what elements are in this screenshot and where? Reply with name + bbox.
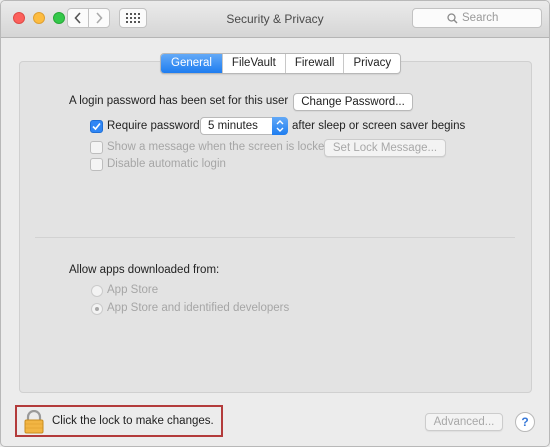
advanced-button[interactable]: Advanced... xyxy=(425,413,503,431)
require-password-suffix: after sleep or screen saver begins xyxy=(292,120,466,132)
lock-text: Click the lock to make changes. xyxy=(52,415,214,427)
tab-bar: General FileVault Firewall Privacy xyxy=(160,53,402,74)
section-divider xyxy=(35,237,515,238)
show-message-label: Show a message when the screen is locked xyxy=(107,141,331,153)
disable-auto-login-checkbox[interactable] xyxy=(90,158,103,171)
search-placeholder: Search xyxy=(462,12,499,24)
tab-privacy[interactable]: Privacy xyxy=(343,54,400,73)
require-password-label: Require password xyxy=(107,120,200,132)
lock-icon xyxy=(24,410,44,434)
disable-auto-login-label: Disable automatic login xyxy=(107,158,226,170)
search-icon xyxy=(447,13,458,24)
show-message-checkbox[interactable] xyxy=(90,141,103,154)
checkmark-icon xyxy=(92,122,101,131)
require-password-delay-select[interactable]: 5 minutes xyxy=(200,117,288,135)
require-password-checkbox[interactable] xyxy=(90,120,103,133)
radio-app-store-identified[interactable] xyxy=(91,303,103,315)
security-privacy-window: Security & Privacy Search General FileVa… xyxy=(0,0,550,447)
select-value: 5 minutes xyxy=(208,120,258,132)
title-bar: Security & Privacy Search xyxy=(1,1,549,38)
radio-app-store-label: App Store xyxy=(107,284,159,296)
login-password-text: A login password has been set for this u… xyxy=(69,95,289,107)
tab-firewall[interactable]: Firewall xyxy=(284,54,344,73)
help-button[interactable]: ? xyxy=(515,412,535,432)
radio-app-store[interactable] xyxy=(91,285,103,297)
change-password-button[interactable]: Change Password... xyxy=(293,93,413,111)
radio-app-store-identified-label: App Store and identified developers xyxy=(107,302,290,314)
select-arrows xyxy=(272,117,288,135)
search-field[interactable]: Search xyxy=(412,8,542,28)
tab-filevault[interactable]: FileVault xyxy=(221,54,285,73)
up-down-chevron-icon xyxy=(276,120,284,132)
allow-apps-label: Allow apps downloaded from: xyxy=(69,264,220,276)
general-panel xyxy=(19,61,532,393)
tab-general[interactable]: General xyxy=(161,54,222,73)
lock-button[interactable]: Click the lock to make changes. xyxy=(15,405,223,437)
set-lock-message-button[interactable]: Set Lock Message... xyxy=(324,139,446,157)
